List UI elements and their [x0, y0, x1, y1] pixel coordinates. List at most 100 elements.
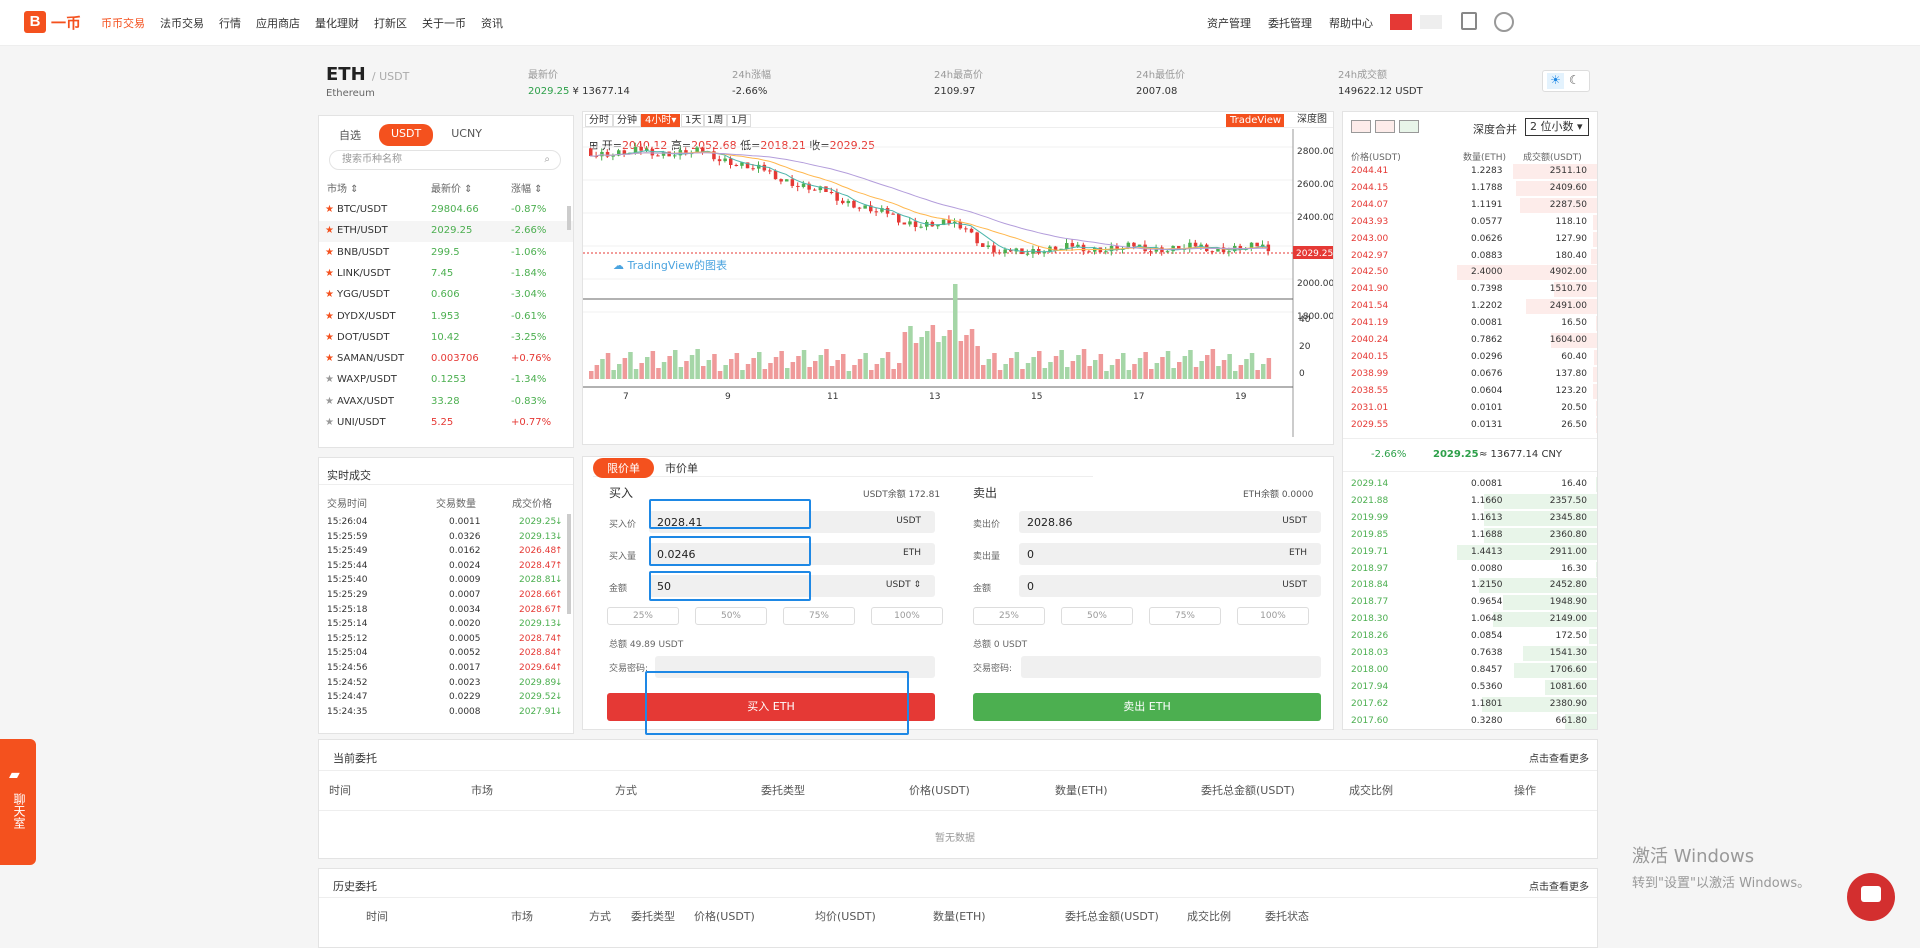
orderbook-row[interactable]: 2018.84 1.2150 2452.80 [1343, 577, 1597, 594]
nav-item-7[interactable]: 资讯 [481, 15, 503, 31]
nav-item-6[interactable]: 关于一币 [422, 15, 466, 31]
favorite-star-icon[interactable]: ★ [325, 289, 334, 300]
favorite-star-icon[interactable]: ★ [325, 204, 334, 215]
market-search-input[interactable]: 搜索币种名称 ⌕ [329, 150, 561, 170]
help-center-link[interactable]: 帮助中心 [1329, 15, 1373, 31]
sun-icon[interactable]: ☀ [1547, 73, 1564, 89]
orderbook-row[interactable]: 2018.77 0.9654 1948.90 [1343, 594, 1597, 611]
orderbook-row[interactable]: 2044.07 1.1191 2287.50 [1343, 197, 1597, 214]
book-both-icon[interactable] [1351, 120, 1371, 133]
market-row[interactable]: ★ LINK/USDT 7.45 -1.84% [319, 264, 573, 285]
language-globe-icon[interactable] [1494, 12, 1514, 32]
chat-room-tab[interactable]: ▰ 聊天室 [0, 739, 36, 865]
tab-limit-order[interactable]: 限价单 [593, 458, 654, 478]
market-row[interactable]: ★ WAXP/USDT 0.1253 -1.34% [319, 370, 573, 391]
favorite-star-icon[interactable]: ★ [325, 311, 334, 322]
book-asks-icon[interactable] [1375, 120, 1395, 133]
percent-button-75[interactable]: 75% [1149, 607, 1221, 625]
orderbook-row[interactable]: 2018.00 0.8457 1706.60 [1343, 662, 1597, 679]
favorite-star-icon[interactable]: ★ [325, 225, 334, 236]
tab-minute[interactable]: 分钟 [613, 114, 641, 127]
orderbook-row[interactable]: 2019.99 1.1613 2345.80 [1343, 510, 1597, 527]
tab-favorites[interactable]: 自选 [327, 124, 373, 146]
sell-password-input[interactable] [1021, 656, 1321, 678]
nav-item-4[interactable]: 量化理财 [315, 15, 359, 31]
order-management-link[interactable]: 委托管理 [1268, 15, 1312, 31]
tab-1m[interactable]: 1月 [727, 114, 752, 127]
orderbook-row[interactable]: 2029.55 0.0131 26.50 [1343, 417, 1597, 434]
tab-4h[interactable]: 4小时▾ [641, 114, 681, 127]
orderbook-row[interactable]: 2017.94 0.5360 1081.60 [1343, 679, 1597, 696]
nav-item-0[interactable]: 币币交易 [101, 15, 145, 31]
orderbook-row[interactable]: 2019.85 1.1688 2360.80 [1343, 527, 1597, 544]
percent-button-25[interactable]: 25% [607, 607, 679, 625]
orderbook-row[interactable]: 2044.15 1.1788 2409.60 [1343, 180, 1597, 197]
market-row[interactable]: ★ BNB/USDT 299.5 -1.06% [319, 243, 573, 264]
favorite-star-icon[interactable]: ★ [325, 247, 334, 258]
sell-button[interactable]: 卖出 ETH [973, 693, 1321, 721]
market-row[interactable]: ★ UNI/USDT 5.25 +0.77% [319, 413, 573, 434]
asset-management-link[interactable]: 资产管理 [1207, 15, 1251, 31]
market-row[interactable]: ★ YGG/USDT 0.606 -3.04% [319, 285, 573, 306]
orderbook-row[interactable]: 2029.14 0.0081 16.40 [1343, 476, 1597, 493]
favorite-star-icon[interactable]: ★ [325, 332, 334, 343]
orderbook-row[interactable]: 2031.01 0.0101 20.50 [1343, 400, 1597, 417]
tab-usdt[interactable]: USDT [379, 124, 434, 146]
avatar[interactable] [1390, 14, 1412, 30]
book-bids-icon[interactable] [1399, 120, 1419, 133]
header-market[interactable]: 市场 ⇕ [327, 180, 359, 195]
orderbook-row[interactable]: 2018.30 1.0648 2149.00 [1343, 611, 1597, 628]
depth-chart-button[interactable]: 深度图 [1291, 114, 1333, 127]
favorite-star-icon[interactable]: ★ [325, 374, 334, 385]
nav-item-5[interactable]: 打新区 [374, 15, 407, 31]
favorite-star-icon[interactable]: ★ [325, 353, 334, 364]
percent-button-100[interactable]: 100% [1237, 607, 1309, 625]
download-app-icon[interactable] [1461, 12, 1477, 30]
orderbook-row[interactable]: 2018.26 0.0854 172.50 [1343, 628, 1597, 645]
orderbook-row[interactable]: 2041.54 1.2202 2491.00 [1343, 298, 1597, 315]
orderbook-row[interactable]: 2043.93 0.0577 118.10 [1343, 214, 1597, 231]
support-chat-button[interactable] [1847, 873, 1895, 921]
favorite-star-icon[interactable]: ★ [325, 417, 334, 428]
tab-1w[interactable]: 1周 [703, 114, 728, 127]
market-row[interactable]: ★ AVAX/USDT 33.28 -0.83% [319, 392, 573, 413]
percent-button-50[interactable]: 50% [695, 607, 767, 625]
orderbook-row[interactable]: 2042.50 2.4000 4902.00 [1343, 264, 1597, 281]
tradeview-button[interactable]: TradeView [1226, 114, 1284, 127]
percent-button-75[interactable]: 75% [783, 607, 855, 625]
orderbook-row[interactable]: 2021.88 1.1660 2357.50 [1343, 493, 1597, 510]
depth-select[interactable]: 2 位小数 ▾ [1525, 118, 1589, 136]
orderbook-row[interactable]: 2041.90 0.7398 1510.70 [1343, 281, 1597, 298]
orderbook-row[interactable]: 2042.97 0.0883 180.40 [1343, 248, 1597, 265]
market-row[interactable]: ★ DYDX/USDT 1.953 -0.61% [319, 307, 573, 328]
market-row[interactable]: ★ BTC/USDT 29804.66 -0.87% [319, 200, 573, 221]
logo[interactable]: B 一币 [24, 11, 81, 33]
tab-ucny[interactable]: UCNY [439, 124, 494, 146]
orderbook-row[interactable]: 2017.62 1.1801 2380.90 [1343, 696, 1597, 713]
orderbook-row[interactable]: 2018.97 0.0080 16.30 [1343, 561, 1597, 578]
scrollbar[interactable] [567, 206, 571, 230]
favorite-star-icon[interactable]: ★ [325, 268, 334, 279]
tab-timeline[interactable]: 分时 [585, 114, 613, 127]
market-row[interactable]: ★ SAMAN/USDT 0.003706 +0.76% [319, 349, 573, 370]
orderbook-row[interactable]: 2017.60 0.3280 661.80 [1343, 713, 1597, 730]
orderbook-row[interactable]: 2040.15 0.0296 60.40 [1343, 349, 1597, 366]
nav-item-2[interactable]: 行情 [219, 15, 241, 31]
theme-toggle[interactable]: ☀ ☾ [1542, 70, 1590, 92]
percent-button-50[interactable]: 50% [1061, 607, 1133, 625]
orderbook-row[interactable]: 2038.55 0.0604 123.20 [1343, 383, 1597, 400]
market-row[interactable]: ★ DOT/USDT 10.42 -3.25% [319, 328, 573, 349]
tab-market-order[interactable]: 市价单 [665, 460, 698, 476]
header-price[interactable]: 最新价 ⇕ [431, 180, 473, 195]
orderbook-row[interactable]: 2019.71 1.4413 2911.00 [1343, 544, 1597, 561]
orderbook-row[interactable]: 2018.03 0.7638 1541.30 [1343, 645, 1597, 662]
scrollbar[interactable] [567, 514, 571, 614]
percent-button-25[interactable]: 25% [973, 607, 1045, 625]
current-orders-more-link[interactable]: 点击查看更多 [1529, 750, 1589, 765]
orderbook-row[interactable]: 2043.00 0.0626 127.90 [1343, 231, 1597, 248]
nav-item-3[interactable]: 应用商店 [256, 15, 300, 31]
orderbook-row[interactable]: 2044.41 1.2283 2511.10 [1343, 163, 1597, 180]
history-orders-more-link[interactable]: 点击查看更多 [1529, 878, 1589, 893]
market-row[interactable]: ★ ETH/USDT 2029.25 -2.66% [319, 221, 573, 243]
sell-qty-input[interactable]: 0 ETH [1019, 543, 1321, 565]
